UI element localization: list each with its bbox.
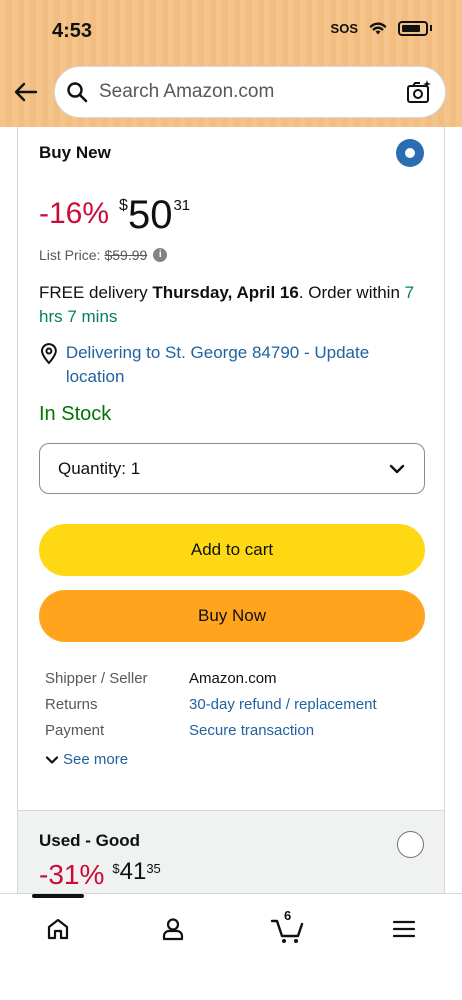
nav-home[interactable] <box>38 912 78 946</box>
cart-count-badge: 6 <box>284 908 292 923</box>
menu-icon <box>392 920 416 938</box>
used-price-whole: 41 <box>119 858 147 885</box>
used-good-card[interactable]: Used - Good -31% $ 41 35 <box>17 811 445 901</box>
add-to-cart-button[interactable]: Add to cart <box>39 524 425 576</box>
seller-value: Amazon.com <box>189 669 277 687</box>
used-price-row: -31% $ 41 35 <box>39 859 161 891</box>
used-discount-percent: -31% <box>39 859 105 890</box>
nav-account[interactable] <box>153 912 193 946</box>
delivery-info: FREE delivery Thursday, April 16. Order … <box>39 281 429 329</box>
used-price-fraction: 35 <box>146 861 161 876</box>
battery-icon <box>398 20 428 36</box>
home-icon <box>47 918 69 940</box>
list-price: List Price: $59.99 i <box>39 247 168 263</box>
status-indicators: SOS <box>331 20 432 36</box>
search-icon <box>67 82 88 103</box>
quantity-label: Quantity: 1 <box>58 458 141 478</box>
stock-status: In Stock <box>39 403 112 425</box>
location-link[interactable]: Delivering to St. George 84790 - Update … <box>66 341 429 389</box>
list-price-value: $59.99 <box>104 247 148 263</box>
price-fraction: 31 <box>173 197 191 214</box>
account-icon <box>162 918 184 941</box>
used-price-currency: $ <box>112 861 120 876</box>
detail-label: Payment <box>45 721 105 739</box>
detail-label: Returns <box>45 695 98 713</box>
buy-new-price-row: -16% $ 50 31 <box>39 195 190 235</box>
camera-search-icon[interactable] <box>405 78 433 106</box>
used-price: $ 41 35 <box>112 859 160 885</box>
delivery-suffix: . Order within <box>298 283 400 302</box>
price: $ 50 31 <box>119 195 190 235</box>
delivery-prefix: FREE delivery <box>39 283 148 302</box>
price-whole: 50 <box>127 193 173 237</box>
search-input[interactable]: Search Amazon.com <box>99 81 405 103</box>
detail-label: Shipper / Seller <box>45 669 148 687</box>
see-more-link[interactable]: See more <box>45 751 128 768</box>
buy-new-radio[interactable] <box>396 139 424 167</box>
wifi-icon <box>369 22 387 35</box>
back-arrow-icon[interactable] <box>12 78 40 106</box>
see-more-label: See more <box>63 751 129 768</box>
buy-new-card: Buy New -16% $ 50 31 List Price: $59.99 … <box>17 127 445 811</box>
list-price-label: List Price: <box>39 247 101 263</box>
active-tab-indicator <box>32 894 84 898</box>
detail-row-payment: Payment Secure transaction <box>45 717 435 743</box>
returns-link[interactable]: 30-day refund / replacement <box>189 696 377 713</box>
used-good-radio[interactable] <box>397 831 424 858</box>
search-bar[interactable]: Search Amazon.com <box>54 66 446 118</box>
price-currency: $ <box>119 197 128 214</box>
info-icon[interactable]: i <box>153 248 168 262</box>
detail-row-seller: Shipper / Seller Amazon.com <box>45 665 435 691</box>
nav-cart[interactable]: 6 <box>268 908 308 946</box>
delivery-location[interactable]: Delivering to St. George 84790 - Update … <box>39 341 429 389</box>
buy-new-title: Buy New <box>39 143 111 162</box>
sos-indicator: SOS <box>330 20 358 36</box>
used-good-title: Used - Good <box>39 831 141 850</box>
battery-tip <box>430 25 432 31</box>
chevron-down-icon <box>389 464 405 473</box>
payment-link[interactable]: Secure transaction <box>189 722 314 739</box>
delivery-date: Thursday, April 16 <box>152 283 299 302</box>
buy-now-button[interactable]: Buy Now <box>39 590 425 642</box>
purchase-details: Shipper / Seller Amazon.com Returns 30-d… <box>45 665 435 743</box>
status-time: 4:53 <box>52 20 93 42</box>
discount-percent: -16% <box>39 197 110 230</box>
chevron-down-icon <box>45 755 59 764</box>
top-header: 4:53 SOS Search Amazon.com <box>0 0 462 127</box>
nav-menu[interactable] <box>384 912 424 946</box>
quantity-select[interactable]: Quantity: 1 <box>39 443 425 494</box>
location-pin-icon <box>40 343 57 365</box>
bottom-navigation: 6 <box>0 893 462 1000</box>
detail-row-returns: Returns 30-day refund / replacement <box>45 691 435 717</box>
